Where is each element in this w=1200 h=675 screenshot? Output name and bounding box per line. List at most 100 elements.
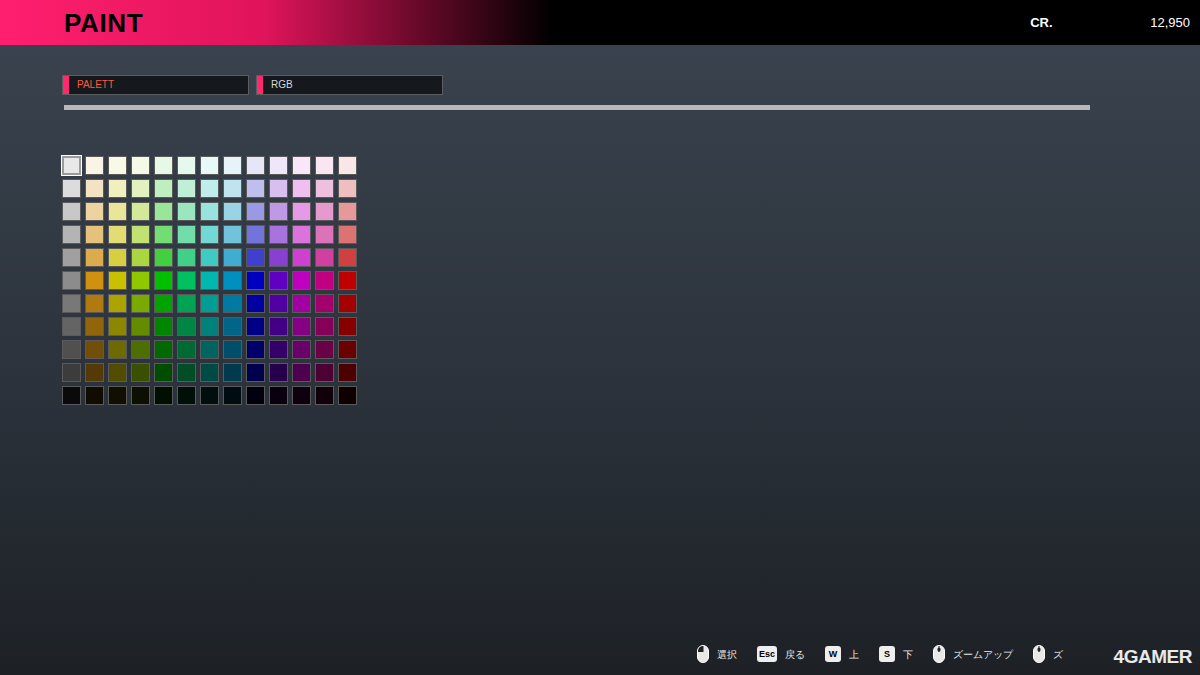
color-swatch[interactable] — [338, 179, 357, 198]
color-swatch[interactable] — [177, 317, 196, 336]
color-swatch[interactable] — [85, 202, 104, 221]
color-swatch[interactable] — [154, 340, 173, 359]
color-swatch[interactable] — [108, 294, 127, 313]
color-swatch[interactable] — [269, 248, 288, 267]
color-swatch[interactable] — [200, 340, 219, 359]
color-swatch[interactable] — [200, 317, 219, 336]
color-swatch[interactable] — [108, 248, 127, 267]
color-swatch[interactable] — [131, 225, 150, 244]
color-swatch[interactable] — [131, 294, 150, 313]
color-swatch[interactable] — [108, 271, 127, 290]
color-swatch[interactable] — [338, 225, 357, 244]
color-swatch[interactable] — [338, 363, 357, 382]
color-swatch[interactable] — [177, 156, 196, 175]
color-swatch[interactable] — [315, 156, 334, 175]
color-swatch[interactable] — [108, 179, 127, 198]
color-swatch[interactable] — [85, 179, 104, 198]
color-swatch[interactable] — [108, 386, 127, 405]
color-swatch[interactable] — [131, 317, 150, 336]
color-swatch[interactable] — [154, 225, 173, 244]
color-swatch[interactable] — [154, 156, 173, 175]
color-swatch[interactable] — [177, 294, 196, 313]
color-swatch[interactable] — [85, 271, 104, 290]
color-swatch[interactable] — [292, 271, 311, 290]
color-swatch[interactable] — [292, 317, 311, 336]
color-swatch[interactable] — [223, 179, 242, 198]
color-swatch[interactable] — [85, 294, 104, 313]
color-swatch[interactable] — [269, 271, 288, 290]
color-swatch[interactable] — [200, 202, 219, 221]
color-swatch[interactable] — [131, 340, 150, 359]
color-swatch[interactable] — [85, 340, 104, 359]
color-swatch[interactable] — [315, 294, 334, 313]
color-swatch[interactable] — [315, 179, 334, 198]
color-swatch[interactable] — [200, 363, 219, 382]
color-swatch[interactable] — [200, 225, 219, 244]
color-swatch[interactable] — [62, 317, 81, 336]
color-swatch[interactable] — [131, 363, 150, 382]
color-swatch[interactable] — [338, 202, 357, 221]
color-swatch[interactable] — [131, 179, 150, 198]
color-swatch[interactable] — [223, 156, 242, 175]
color-swatch[interactable] — [62, 156, 81, 175]
color-swatch[interactable] — [62, 248, 81, 267]
color-swatch[interactable] — [177, 225, 196, 244]
color-swatch[interactable] — [269, 317, 288, 336]
color-swatch[interactable] — [154, 202, 173, 221]
color-swatch[interactable] — [131, 386, 150, 405]
color-swatch[interactable] — [85, 225, 104, 244]
color-swatch[interactable] — [292, 179, 311, 198]
tab[interactable]: PALETT — [62, 75, 249, 95]
color-swatch[interactable] — [223, 225, 242, 244]
color-swatch[interactable] — [177, 179, 196, 198]
color-swatch[interactable] — [315, 317, 334, 336]
color-swatch[interactable] — [246, 179, 265, 198]
color-swatch[interactable] — [338, 294, 357, 313]
color-swatch[interactable] — [269, 225, 288, 244]
color-swatch[interactable] — [292, 202, 311, 221]
color-swatch[interactable] — [85, 386, 104, 405]
color-swatch[interactable] — [62, 294, 81, 313]
color-swatch[interactable] — [108, 202, 127, 221]
color-swatch[interactable] — [338, 156, 357, 175]
color-swatch[interactable] — [85, 317, 104, 336]
color-swatch[interactable] — [246, 202, 265, 221]
color-swatch[interactable] — [154, 317, 173, 336]
color-swatch[interactable] — [177, 271, 196, 290]
color-swatch[interactable] — [154, 294, 173, 313]
color-swatch[interactable] — [269, 156, 288, 175]
color-swatch[interactable] — [62, 179, 81, 198]
color-swatch[interactable] — [292, 363, 311, 382]
color-swatch[interactable] — [108, 156, 127, 175]
color-swatch[interactable] — [154, 386, 173, 405]
color-swatch[interactable] — [223, 202, 242, 221]
color-swatch[interactable] — [177, 202, 196, 221]
color-swatch[interactable] — [246, 156, 265, 175]
color-swatch[interactable] — [315, 271, 334, 290]
color-swatch[interactable] — [85, 363, 104, 382]
color-swatch[interactable] — [108, 363, 127, 382]
color-swatch[interactable] — [200, 156, 219, 175]
color-swatch[interactable] — [223, 248, 242, 267]
color-swatch[interactable] — [269, 340, 288, 359]
color-swatch[interactable] — [338, 386, 357, 405]
color-swatch[interactable] — [154, 363, 173, 382]
color-swatch[interactable] — [223, 363, 242, 382]
color-swatch[interactable] — [269, 179, 288, 198]
color-swatch[interactable] — [108, 225, 127, 244]
color-swatch[interactable] — [177, 340, 196, 359]
color-swatch[interactable] — [62, 271, 81, 290]
color-swatch[interactable] — [315, 248, 334, 267]
color-swatch[interactable] — [246, 271, 265, 290]
color-swatch[interactable] — [269, 386, 288, 405]
color-swatch[interactable] — [177, 386, 196, 405]
color-swatch[interactable] — [292, 340, 311, 359]
color-swatch[interactable] — [200, 271, 219, 290]
color-swatch[interactable] — [154, 271, 173, 290]
color-swatch[interactable] — [131, 202, 150, 221]
color-swatch[interactable] — [223, 340, 242, 359]
color-swatch[interactable] — [269, 202, 288, 221]
color-swatch[interactable] — [315, 225, 334, 244]
color-swatch[interactable] — [131, 156, 150, 175]
color-swatch[interactable] — [315, 386, 334, 405]
